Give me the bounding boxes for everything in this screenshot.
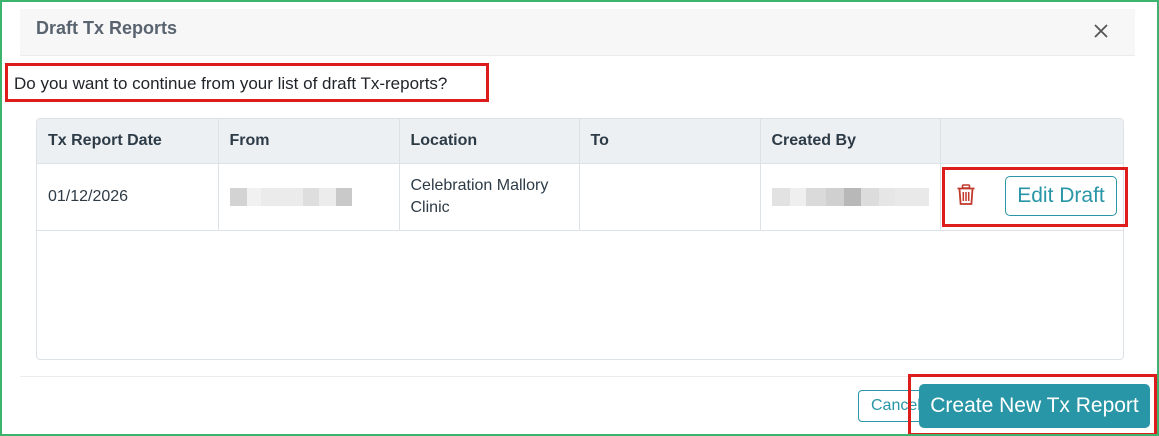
column-header-from[interactable]: From: [218, 119, 400, 164]
column-header-to[interactable]: To: [579, 119, 761, 164]
cell-from: [218, 163, 400, 231]
cell-location: Celebration Mallory Clinic: [399, 163, 580, 231]
close-icon: [1094, 24, 1108, 38]
dialog-question: Do you want to continue from your list o…: [14, 74, 448, 93]
dialog-title: Draft Tx Reports: [36, 18, 178, 38]
column-header-created-by[interactable]: Created By: [760, 119, 941, 164]
redacted-created-by: [771, 188, 929, 206]
dialog-header: Draft Tx Reports: [20, 9, 1135, 56]
edit-draft-button[interactable]: Edit Draft: [1005, 176, 1117, 216]
delete-draft-button[interactable]: [956, 184, 976, 211]
redacted-from: [229, 188, 388, 206]
cell-created-by: [760, 163, 941, 231]
dialog-frame: Draft Tx Reports Do you want to continue…: [0, 0, 1159, 436]
column-header-location[interactable]: Location: [399, 119, 580, 164]
close-button[interactable]: [1087, 17, 1115, 45]
column-header-actions: [940, 119, 1123, 164]
cell-to: [579, 163, 761, 231]
table-header-row: Tx Report Date From Location To Created …: [37, 119, 1123, 164]
trash-icon: [957, 184, 975, 205]
create-new-report-button[interactable]: Create New Tx Report: [919, 384, 1150, 428]
draft-table: Tx Report Date From Location To Created …: [36, 118, 1124, 360]
column-header-date[interactable]: Tx Report Date: [37, 119, 219, 164]
cell-date: 01/12/2026: [37, 163, 219, 231]
